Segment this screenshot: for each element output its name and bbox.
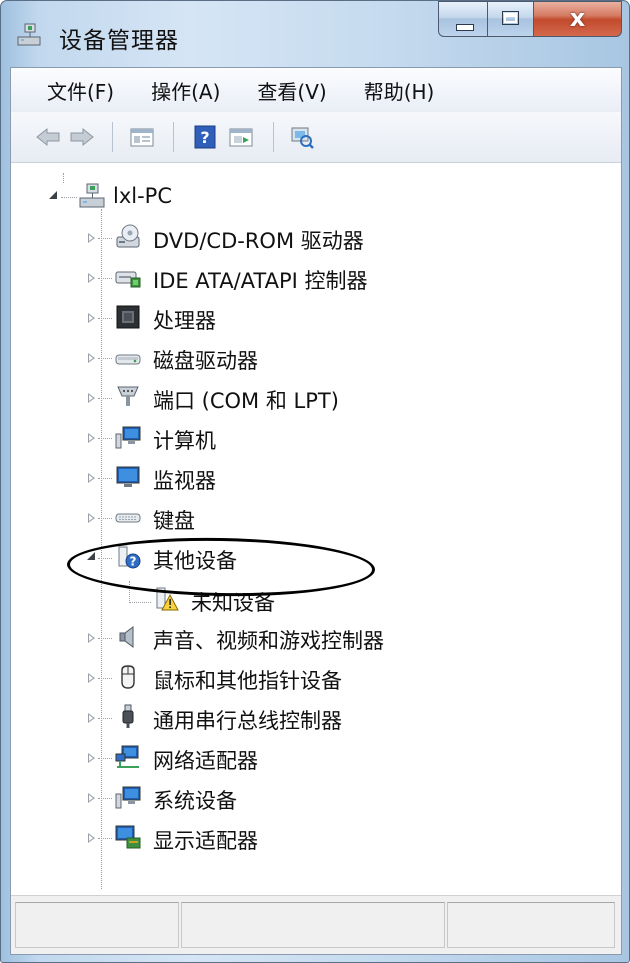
status-pane <box>181 902 445 948</box>
window-title: 设备管理器 <box>59 28 179 54</box>
tree-node-dvd[interactable]: DVD/CD-ROM 驱动器 <box>11 220 611 256</box>
tree-node-label: 监视器 <box>153 469 216 493</box>
tree-node-mouse[interactable]: 鼠标和其他指针设备 <box>11 660 611 696</box>
dvd-drive-icon <box>116 224 140 248</box>
status-pane <box>447 902 615 948</box>
menu-bar: 文件(F) 操作(A) 查看(V) 帮助(H) <box>11 68 621 113</box>
toolbar-separator <box>173 122 174 152</box>
show-hidden-icon[interactable] <box>228 125 254 149</box>
close-button[interactable]: x <box>534 1 622 37</box>
client-area: 文件(F) 操作(A) 查看(V) 帮助(H) ? lxl-PC DVD/CD-… <box>10 67 622 955</box>
minimize-button[interactable] <box>438 1 488 37</box>
tree-node-label: 显示适配器 <box>153 829 258 853</box>
disk-drive-icon <box>115 354 141 365</box>
tree-node-usb[interactable]: 通用串行总线控制器 <box>11 700 611 736</box>
ide-controller-icon <box>115 271 141 288</box>
menu-view[interactable]: 查看(V) <box>255 74 328 107</box>
monitor-icon <box>116 466 140 487</box>
tree-node-network[interactable]: 网络适配器 <box>11 740 611 776</box>
tree-node-label: IDE ATA/ATAPI 控制器 <box>153 269 368 293</box>
menu-file[interactable]: 文件(F) <box>45 74 116 107</box>
tree-node-label: 鼠标和其他指针设备 <box>153 669 342 693</box>
keyboard-icon <box>115 513 141 523</box>
port-icon <box>117 386 139 406</box>
tree-node-label: 端口 (COM 和 LPT) <box>153 389 339 413</box>
tree-node-label: 磁盘驱动器 <box>153 349 258 373</box>
tree-node-ide[interactable]: IDE ATA/ATAPI 控制器 <box>11 260 611 296</box>
tree-node-system[interactable]: 系统设备 <box>11 780 611 816</box>
tree-node-label: 系统设备 <box>153 789 237 813</box>
tree-root-node[interactable]: lxl-PC <box>11 179 611 215</box>
forward-arrow-icon[interactable] <box>69 125 95 149</box>
expand-icon[interactable] <box>88 273 95 283</box>
tree-node-ports[interactable]: 端口 (COM 和 LPT) <box>11 380 611 416</box>
toolbar: ? <box>11 112 621 163</box>
expand-icon[interactable] <box>88 673 95 683</box>
tree-node-monitor[interactable]: 监视器 <box>11 460 611 496</box>
back-arrow-icon[interactable] <box>35 125 61 149</box>
expand-icon[interactable] <box>88 753 95 763</box>
expand-icon[interactable] <box>88 353 95 363</box>
device-manager-window: 设备管理器 x 文件(F) 操作(A) 查看(V) 帮助(H) ? lxl-PC… <box>0 0 630 963</box>
expand-icon[interactable] <box>88 833 95 843</box>
tree-node-processor[interactable]: 处理器 <box>11 300 611 336</box>
help-icon[interactable]: ? <box>192 125 218 149</box>
minimize-icon <box>456 24 474 31</box>
processor-icon <box>116 305 140 329</box>
expand-icon[interactable] <box>88 433 95 443</box>
expand-icon[interactable] <box>88 473 95 483</box>
expand-icon[interactable] <box>88 633 95 643</box>
menu-action[interactable]: 操作(A) <box>149 74 222 107</box>
tree-node-sound[interactable]: 声音、视频和游戏控制器 <box>11 620 611 656</box>
maximize-button[interactable] <box>488 1 534 37</box>
title-bar[interactable]: 设备管理器 x <box>1 1 629 67</box>
expand-icon[interactable] <box>88 713 95 723</box>
tree-node-display[interactable]: 显示适配器 <box>11 820 611 856</box>
expand-icon[interactable] <box>88 793 95 803</box>
speaker-icon <box>119 626 134 648</box>
maximize-icon <box>502 11 519 25</box>
tree-node-label: 声音、视频和游戏控制器 <box>153 629 384 653</box>
close-icon: x <box>569 4 586 32</box>
mouse-icon <box>121 665 135 689</box>
tree-node-keyboard[interactable]: 键盘 <box>11 500 611 536</box>
tree-node-disk[interactable]: 磁盘驱动器 <box>11 340 611 376</box>
collapse-icon[interactable] <box>49 191 57 199</box>
tree-node-label: 计算机 <box>153 429 216 453</box>
tree-node-label: 处理器 <box>153 309 216 333</box>
properties-icon[interactable] <box>129 125 155 149</box>
tree-node-label: 通用串行总线控制器 <box>153 709 342 733</box>
expand-icon[interactable] <box>88 393 95 403</box>
usb-icon <box>122 704 134 728</box>
tree-node-label: 网络适配器 <box>153 749 258 773</box>
system-devices-icon <box>115 786 141 809</box>
menu-help[interactable]: 帮助(H) <box>362 74 437 107</box>
expand-icon[interactable] <box>88 513 95 523</box>
tree-node-computer[interactable]: 计算机 <box>11 420 611 456</box>
computer-network-icon <box>79 183 105 208</box>
toolbar-separator <box>273 122 274 152</box>
device-manager-app-icon <box>17 23 41 46</box>
network-adapter-icon <box>115 745 139 768</box>
tree-root-label: lxl-PC <box>113 184 173 208</box>
computer-icon <box>115 426 141 449</box>
status-pane <box>15 902 179 948</box>
toolbar-separator <box>112 122 113 152</box>
display-adapter-icon <box>115 825 141 849</box>
tree-node-label: DVD/CD-ROM 驱动器 <box>153 229 364 253</box>
scan-hardware-icon[interactable] <box>289 125 315 149</box>
expand-icon[interactable] <box>88 313 95 323</box>
status-bar <box>11 895 621 954</box>
expand-icon[interactable] <box>88 233 95 243</box>
tree-node-label: 键盘 <box>153 509 195 533</box>
device-tree[interactable]: lxl-PC DVD/CD-ROM 驱动器 IDE ATA/ATAPI 控制器 … <box>11 163 621 894</box>
svg-text:?: ? <box>200 128 209 147</box>
